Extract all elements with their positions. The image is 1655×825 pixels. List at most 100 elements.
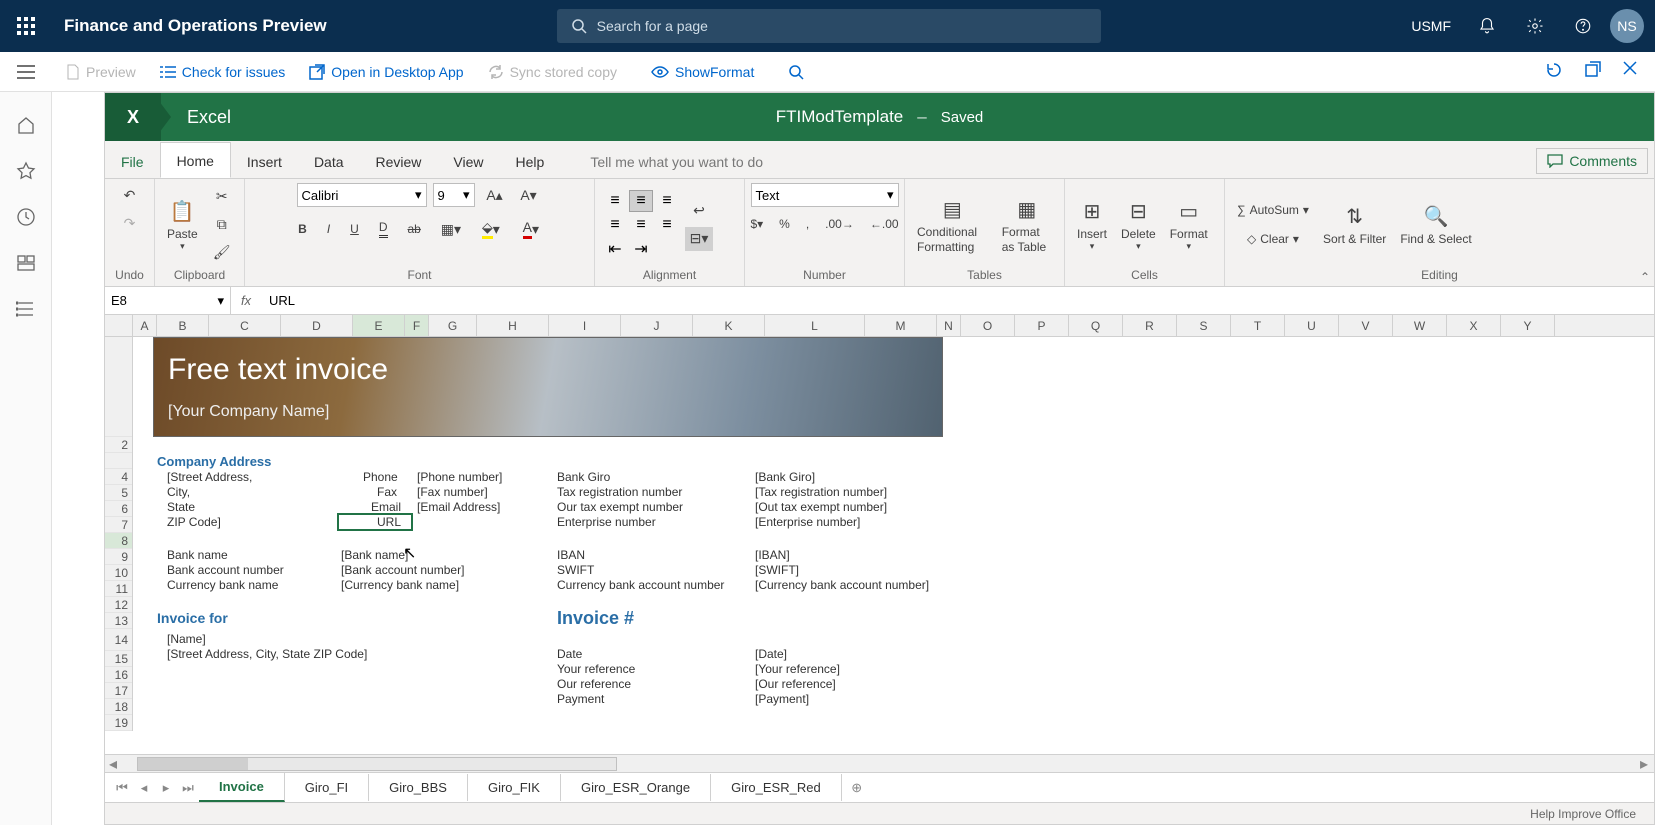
sync-button: Sync stored copy [488,64,617,80]
collapse-ribbon-button[interactable]: ⌃ [1640,270,1650,284]
help-icon[interactable] [1559,0,1607,52]
shrink-font-button[interactable]: A▾ [515,183,543,207]
undo-button[interactable]: ↶ [116,183,144,207]
sync-icon [488,64,504,80]
font-size-select[interactable]: 9▾ [433,183,475,207]
bold-button[interactable]: B [294,220,311,238]
row-headers[interactable]: 24567 8910111213 141516171819 [105,337,133,731]
user-avatar[interactable]: NS [1607,0,1655,52]
search-input[interactable]: Search for a page [557,9,1101,43]
eye-icon [651,65,669,79]
comma-button[interactable]: , [802,215,813,233]
copy-button[interactable]: ⧉ [208,213,236,237]
close-button[interactable] [1623,61,1637,82]
alignment-grid[interactable]: ≡≡≡ ≡≡≡ ⇤⇥ [603,190,679,260]
formula-bar[interactable]: URL [261,293,1654,308]
status-text[interactable]: Help Improve Office [1530,807,1636,821]
tab-review[interactable]: Review [360,144,438,178]
sheet-nav-first[interactable]: ⏮ [111,780,133,796]
invoice-banner: Free text invoice [Your Company Name] [153,337,943,437]
preview-button[interactable]: Preview [66,64,136,80]
app-launcher[interactable] [0,0,52,52]
tab-insert[interactable]: Insert [231,144,298,178]
decrease-decimal-button[interactable]: ←.00 [866,215,903,233]
cell-grid[interactable]: Free text invoice [Your Company Name] Co… [133,337,1654,731]
percent-button[interactable]: % [775,215,794,233]
wrap-text-button[interactable]: ↩ [685,199,713,223]
redo-button[interactable]: ↷ [116,211,144,235]
search-icon [571,18,587,34]
conditional-formatting-button[interactable]: ▤Conditional Formatting [913,193,992,256]
italic-button[interactable]: I [323,220,334,238]
sheet-nav-next[interactable]: ▸ [155,780,177,796]
merge-center-button[interactable]: ⊟▾ [685,227,713,251]
format-as-table-button[interactable]: ▦Format as Table [998,193,1056,256]
close-icon [1623,61,1637,75]
font-family-select[interactable]: Calibri▾ [297,183,427,207]
nav-toggle[interactable] [0,52,52,92]
comment-icon [1547,154,1563,168]
sheet-nav-prev[interactable]: ◂ [133,780,155,796]
search-button[interactable] [788,64,804,80]
comments-button[interactable]: Comments [1536,148,1648,174]
modules-icon[interactable] [15,298,37,320]
tab-view[interactable]: View [437,144,499,178]
sheet-tab-giro-fik[interactable]: Giro_FIK [468,774,561,801]
name-box[interactable]: E8▾ [105,287,231,314]
tab-data[interactable]: Data [298,144,360,178]
strikethrough-button[interactable]: ab [404,220,425,238]
selected-cell[interactable] [337,513,413,531]
show-format-button[interactable]: ShowFormat [651,64,754,80]
paste-button[interactable]: 📋Paste▾ [163,195,202,254]
document-name[interactable]: FTIModTemplate [776,107,904,127]
tell-me-input[interactable]: Tell me what you want to do [590,154,763,178]
column-headers[interactable]: ABCD EF GHIJKLM NOPQRSTUVWXY [105,315,1654,337]
recent-icon[interactable] [15,206,37,228]
number-format-select[interactable]: Text▾ [751,183,899,207]
open-external-icon [309,64,325,80]
open-desktop-button[interactable]: Open in Desktop App [309,64,463,80]
autosum-button[interactable]: ∑ AutoSum ▾ [1233,201,1313,219]
workspaces-icon[interactable] [15,252,37,274]
sheet-tab-giro-esr-orange[interactable]: Giro_ESR_Orange [561,774,711,801]
grow-font-button[interactable]: A▴ [481,183,509,207]
popout-icon [1585,61,1601,77]
cut-button[interactable]: ✂ [208,185,236,209]
sheet-tab-invoice[interactable]: Invoice [199,773,285,802]
insert-cells-button[interactable]: ⊞Insert▾ [1073,195,1111,254]
popout-button[interactable] [1585,61,1601,82]
home-icon[interactable] [15,114,37,136]
excel-logo: X [105,93,161,141]
settings-icon[interactable] [1511,0,1559,52]
notifications-icon[interactable] [1463,0,1511,52]
delete-cells-button[interactable]: ⊟Delete▾ [1117,195,1160,254]
format-painter-button[interactable]: 🖌 [208,241,236,265]
excel-app-label: Excel [187,107,231,128]
sheet-tab-giro-fi[interactable]: Giro_FI [285,774,369,801]
underline-button[interactable]: U [346,220,363,238]
sheet-nav-last[interactable]: ⏭ [177,780,199,796]
increase-decimal-button[interactable]: .00→ [821,215,858,233]
format-cells-button[interactable]: ▭Format▾ [1166,195,1212,254]
find-select-button[interactable]: 🔍Find & Select [1396,200,1475,248]
fx-label: fx [231,293,261,308]
sheet-tab-giro-esr-red[interactable]: Giro_ESR_Red [711,774,842,801]
borders-button[interactable]: ▦▾ [437,217,465,241]
fill-color-button[interactable]: ⬙▾ [477,217,505,241]
favorites-icon[interactable] [15,160,37,182]
clear-button[interactable]: ◇ Clear ▾ [1233,230,1313,248]
check-issues-button[interactable]: Check for issues [160,64,285,80]
currency-button[interactable]: $▾ [746,215,767,233]
add-sheet-button[interactable]: ⊕ [842,780,872,796]
double-underline-button[interactable]: D [375,218,392,239]
sort-filter-button[interactable]: ⇅Sort & Filter [1319,200,1390,248]
font-color-button[interactable]: A▾ [517,217,545,241]
tab-home[interactable]: Home [160,142,231,178]
refresh-button[interactable] [1545,61,1563,82]
tab-file[interactable]: File [105,144,160,178]
refresh-icon [1545,61,1563,79]
horizontal-scrollbar[interactable]: ◂ ▸ [105,754,1654,772]
sheet-tab-giro-bbs[interactable]: Giro_BBS [369,774,468,801]
company-picker[interactable]: USMF [1399,0,1463,52]
tab-help[interactable]: Help [500,144,561,178]
